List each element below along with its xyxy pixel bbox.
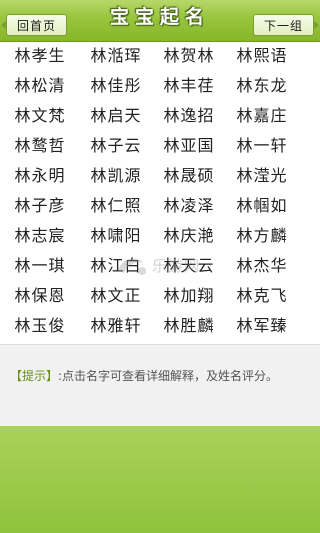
name-item[interactable]: 林文正: [81, 284, 151, 308]
name-item[interactable]: 林帼如: [227, 194, 297, 218]
name-item[interactable]: 林军臻: [227, 314, 297, 338]
name-item[interactable]: 林丰荏: [154, 74, 224, 98]
name-row: 林保恩 林文正 林加翔 林克飞: [0, 284, 320, 314]
name-item[interactable]: 林胜麟: [154, 314, 224, 338]
name-item[interactable]: 林啸阳: [81, 224, 151, 248]
right-arrow-icon: [313, 20, 319, 30]
name-item[interactable]: 林子彦: [5, 194, 75, 218]
name-item[interactable]: 林文梵: [5, 104, 75, 128]
name-grid: 林孝生 林湉珲 林贺林 林熙语 林松清 林佳彤 林丰荏 林东龙 林文梵 林启天 …: [0, 42, 320, 344]
name-item[interactable]: 林志宸: [5, 224, 75, 248]
name-item[interactable]: 林孝生: [5, 44, 75, 68]
name-item[interactable]: 林嘉庄: [227, 104, 297, 128]
name-row: 林玉俊 林雅轩 林胜麟 林军臻: [0, 314, 320, 344]
name-item[interactable]: 林杰华: [227, 254, 297, 278]
name-item[interactable]: 林东龙: [227, 74, 297, 98]
tip-panel: 【提示】:点击名字可查看详细解释，及姓名评分。: [0, 344, 320, 426]
tip-text-block: 【提示】:点击名字可查看详细解释，及姓名评分。: [10, 365, 310, 388]
tip-label: 【提示】: [10, 369, 59, 383]
name-item[interactable]: 林逸招: [154, 104, 224, 128]
bottom-panel: [0, 426, 320, 533]
name-item[interactable]: 林庆滟: [154, 224, 224, 248]
name-item[interactable]: 林凌泽: [154, 194, 224, 218]
name-item[interactable]: 林松清: [5, 74, 75, 98]
name-item[interactable]: 林玉俊: [5, 314, 75, 338]
name-item[interactable]: 林方麟: [227, 224, 297, 248]
next-group-button[interactable]: 下一组: [252, 14, 319, 36]
name-row: 林一琪 林江白 林天云 林杰华: [0, 254, 320, 284]
name-item[interactable]: 林一琪: [5, 254, 75, 278]
name-item[interactable]: 林子云: [81, 134, 151, 158]
name-item[interactable]: 林永明: [5, 164, 75, 188]
header-bar: 回首页 宝宝起名 下一组: [0, 0, 320, 42]
name-item[interactable]: 林江白: [81, 254, 151, 278]
name-item[interactable]: 林一轩: [227, 134, 297, 158]
name-item[interactable]: 林湉珲: [81, 44, 151, 68]
name-item[interactable]: 林启天: [81, 104, 151, 128]
tip-message: :点击名字可查看详细解释，及姓名评分。: [58, 369, 279, 383]
name-item[interactable]: 林加翔: [154, 284, 224, 308]
name-item[interactable]: 林鹜哲: [5, 134, 75, 158]
next-group-label: 下一组: [263, 19, 303, 33]
name-item[interactable]: 林晟硕: [154, 164, 224, 188]
name-row: 林永明 林凯源 林晟硕 林滢光: [0, 164, 320, 194]
name-item[interactable]: 林佳彤: [81, 74, 151, 98]
name-row: 林鹜哲 林子云 林亚国 林一轩: [0, 134, 320, 164]
name-row: 林孝生 林湉珲 林贺林 林熙语: [0, 44, 320, 74]
name-item[interactable]: 林仁照: [81, 194, 151, 218]
name-item[interactable]: 林天云: [154, 254, 224, 278]
name-row: 林子彦 林仁照 林凌泽 林帼如: [0, 194, 320, 224]
name-item[interactable]: 林保恩: [5, 284, 75, 308]
name-row: 林文梵 林启天 林逸招 林嘉庄: [0, 104, 320, 134]
name-item[interactable]: 林凯源: [81, 164, 151, 188]
name-item[interactable]: 林熙语: [227, 44, 297, 68]
name-row: 林志宸 林啸阳 林庆滟 林方麟: [0, 224, 320, 254]
name-item[interactable]: 林贺林: [154, 44, 224, 68]
name-row: 林松清 林佳彤 林丰荏 林东龙: [0, 74, 320, 104]
name-item[interactable]: 林亚国: [154, 134, 224, 158]
name-item[interactable]: 林克飞: [227, 284, 297, 308]
name-item[interactable]: 林雅轩: [81, 314, 151, 338]
name-item[interactable]: 林滢光: [227, 164, 297, 188]
